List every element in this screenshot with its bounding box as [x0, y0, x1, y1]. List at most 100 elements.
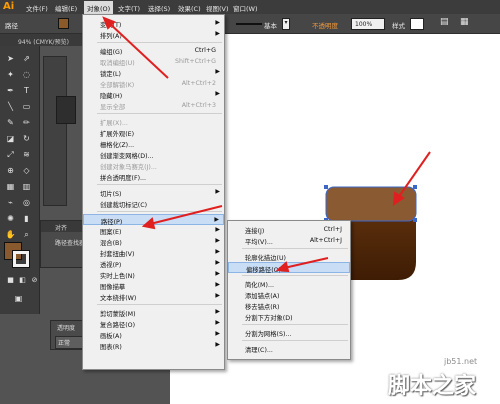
opacity-label[interactable]: 不透明度	[312, 20, 338, 30]
shape-builder-icon[interactable]: ⊕	[4, 164, 17, 177]
object-menu-item[interactable]: 排列(A) ▶	[83, 29, 224, 40]
path-menu-item[interactable]: 连接(J) Ctrl+J	[228, 224, 350, 235]
path-menu-item[interactable]: 分割为网格(S)...	[228, 327, 350, 338]
object-menu-item[interactable]: 变换(T) ▶	[83, 18, 224, 29]
menu-edit[interactable]: 编辑(E)	[55, 3, 77, 13]
object-menu-item[interactable]: 编组(G) Ctrl+G	[83, 45, 224, 56]
object-menu-item[interactable]: 图案(E) ▶	[83, 225, 224, 236]
menu-select[interactable]: 选择(S)	[148, 3, 170, 13]
pen-icon[interactable]: ✒	[4, 84, 17, 97]
object-menu-item[interactable]: 全部解锁(K) Alt+Ctrl+2	[83, 78, 224, 89]
eraser-icon[interactable]: ◪	[4, 132, 17, 145]
perspective-icon[interactable]: ◇	[20, 164, 33, 177]
object-menu-item[interactable]: 复合路径(O) ▶	[83, 318, 224, 329]
brush-icon[interactable]: ✎	[4, 116, 17, 129]
object-menu-item[interactable]: 切片(S) ▶	[83, 187, 224, 198]
path-menu-item[interactable]: 添加锚点(A)	[228, 289, 350, 300]
tab-transparency[interactable]: 透明度	[57, 323, 75, 332]
document-icon	[56, 96, 76, 124]
menu-item-label: 拼合透明度(F)...	[100, 175, 147, 182]
eyedropper-icon[interactable]: ⌁	[4, 196, 17, 209]
menu-file[interactable]: 文件(F)	[26, 3, 48, 13]
object-menu-item[interactable]: 图像描摹 ▶	[83, 280, 224, 291]
object-menu-item[interactable]: 混合(B) ▶	[83, 236, 224, 247]
scale-icon[interactable]: ⤢	[4, 148, 17, 161]
menu-item-shortcut: Alt+Ctrl+2	[181, 80, 216, 87]
object-menu-item[interactable]: 隐藏(H) ▶	[83, 89, 224, 100]
menu-item-label: 显示全部	[100, 104, 126, 111]
object-menu-item[interactable]: 封套扭曲(V) ▶	[83, 247, 224, 258]
menu-item-label: 移去锚点(R)	[245, 304, 280, 311]
menu-object[interactable]: 对象(O)	[84, 1, 114, 15]
gradient-icon[interactable]: ▥	[20, 180, 33, 193]
magic-wand-icon[interactable]: ✦	[4, 68, 17, 81]
path-menu-item[interactable]: 移去锚点(R)	[228, 300, 350, 311]
mesh-icon[interactable]: ▦	[4, 180, 17, 193]
object-menu-item[interactable]: 实时上色(N) ▶	[83, 269, 224, 280]
path-menu-item[interactable]: 分割下方对象(D)	[228, 311, 350, 322]
object-menu-item[interactable]: 透视(P) ▶	[83, 258, 224, 269]
pencil-icon[interactable]: ✏	[20, 116, 33, 129]
blend-icon[interactable]: ◎	[20, 196, 33, 209]
menu-item-label: 添加锚点(A)	[245, 293, 280, 300]
object-menu-item[interactable]: 创建渐变网格(D)...	[83, 149, 224, 160]
path-menu-item[interactable]: 清理(C)...	[228, 343, 350, 354]
stroke-color-box[interactable]	[12, 250, 30, 268]
menu-separator	[97, 211, 222, 212]
menu-separator	[97, 113, 222, 114]
type-icon[interactable]: T	[20, 84, 33, 97]
rectangle-icon[interactable]: ▭	[20, 100, 33, 113]
screen-mode-icon[interactable]: ▣	[12, 292, 25, 305]
direct-selection-icon[interactable]: ⇗	[20, 52, 33, 65]
menu-window[interactable]: 窗口(W)	[233, 3, 258, 13]
lasso-icon[interactable]: ◌	[20, 68, 33, 81]
menu-item-shortcut: Ctrl+J	[323, 226, 342, 233]
opacity-input[interactable]: 100%	[351, 18, 385, 30]
submenu-arrow-icon: ▶	[215, 308, 220, 315]
menu-item-label: 剪切蒙版(M)	[100, 311, 136, 318]
menu-view[interactable]: 视图(V)	[206, 3, 229, 13]
menu-item-label: 取消编组(U)	[100, 60, 135, 67]
object-menu-item[interactable]: 扩展(X)...	[83, 116, 224, 127]
object-menu-item[interactable]: 文本绕排(W) ▶	[83, 291, 224, 302]
style-swatch[interactable]	[410, 18, 424, 30]
submenu-arrow-icon: ▶	[215, 248, 220, 255]
menu-separator	[242, 324, 348, 325]
fill-swatch[interactable]	[58, 18, 69, 29]
tab-pathfinder[interactable]: 路径查找器	[55, 238, 85, 247]
submenu-arrow-icon: ▶	[215, 330, 220, 337]
object-menu-item[interactable]: 取消编组(U) Shift+Ctrl+G	[83, 56, 224, 67]
path-menu-item[interactable]: 简化(M)...	[228, 278, 350, 289]
menu-item-offset-path[interactable]: 偏移路径(O)...	[228, 262, 350, 274]
line-icon[interactable]: ╲	[4, 100, 17, 113]
object-menu-item[interactable]: 剪切蒙版(M) ▶	[83, 307, 224, 318]
path-menu-item[interactable]: 平均(V)... Alt+Ctrl+J	[228, 235, 350, 246]
object-menu-item[interactable]: 创建裁切标记(C)	[83, 198, 224, 209]
object-menu-item[interactable]: 画板(A) ▶	[83, 329, 224, 340]
menu-type[interactable]: 文字(T)	[118, 3, 140, 13]
blend-mode-select[interactable]: 正常	[55, 336, 85, 349]
tab-align[interactable]: 对齐	[55, 223, 67, 232]
object-menu-item[interactable]: 栅格化(Z)...	[83, 138, 224, 149]
none-mode-icon[interactable]: ⊘	[28, 274, 41, 287]
object-menu-item[interactable]: 锁定(L) ▶	[83, 67, 224, 78]
object-menu-item[interactable]: 图表(R) ▶	[83, 340, 224, 351]
hand-icon[interactable]: ✋	[4, 228, 17, 241]
document-setup-icon[interactable]: ▤	[440, 17, 449, 27]
rotate-icon[interactable]: ↻	[20, 132, 33, 145]
symbol-sprayer-icon[interactable]: ✺	[4, 212, 17, 225]
preferences-icon[interactable]: ▦	[460, 17, 469, 27]
submenu-arrow-icon: ▶	[215, 281, 220, 288]
menu-item-path[interactable]: 路径(P) ▶	[83, 214, 224, 226]
path-menu-item[interactable]: 轮廓化描边(U)	[228, 251, 350, 262]
stroke-style-dropdown[interactable]: ▾	[282, 18, 290, 30]
object-menu-item[interactable]: 扩展外观(E)	[83, 127, 224, 138]
warp-icon[interactable]: ≋	[20, 148, 33, 161]
object-menu-item[interactable]: 显示全部 Alt+Ctrl+3	[83, 100, 224, 111]
selection-tool-icon[interactable]: ➤	[4, 52, 17, 65]
graph-icon[interactable]: ▮	[20, 212, 33, 225]
object-menu-item[interactable]: 拼合透明度(F)...	[83, 171, 224, 182]
menu-effect[interactable]: 效果(C)	[178, 3, 201, 13]
object-menu-item[interactable]: 创建对象马赛克(J)...	[83, 160, 224, 171]
zoom-icon[interactable]: ⌕	[20, 228, 33, 241]
